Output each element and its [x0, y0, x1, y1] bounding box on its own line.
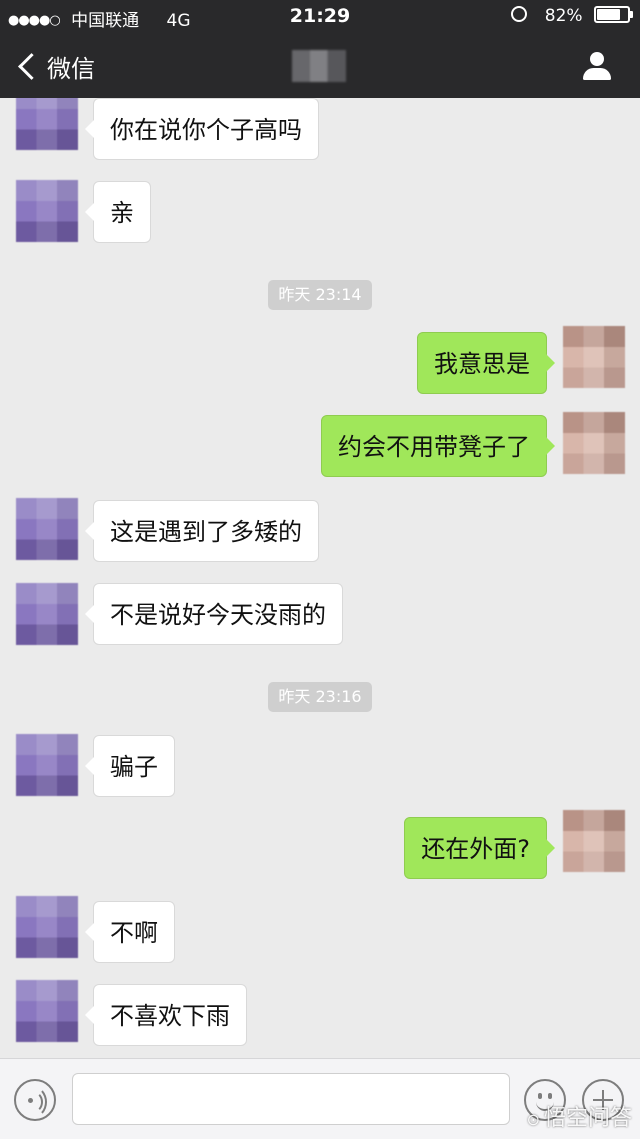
timestamp-label: 昨天 23:14	[268, 280, 372, 310]
contact-avatar[interactable]	[16, 583, 78, 645]
back-button[interactable]: 微信	[16, 48, 95, 84]
watermark-text: 悟空问答	[543, 1106, 632, 1131]
message-bubble-outgoing[interactable]: 我意思是	[417, 332, 555, 394]
contact-avatar[interactable]	[16, 98, 78, 150]
voice-icon-arc-outer	[19, 1086, 47, 1118]
contact-avatar[interactable]	[16, 896, 78, 958]
voice-input-button[interactable]	[14, 1079, 56, 1121]
contact-avatar[interactable]	[16, 498, 78, 560]
battery-percent: 82%	[544, 6, 583, 26]
watermark-logo-icon: ⊙	[526, 1110, 540, 1129]
timestamp: 昨天 23:16	[0, 682, 640, 712]
message-bubble-incoming[interactable]: 亲	[85, 181, 151, 243]
my-avatar[interactable]	[563, 412, 625, 474]
contact-avatar[interactable]	[16, 180, 78, 242]
chevron-left-icon	[18, 52, 45, 80]
timestamp: 昨天 23:14	[0, 280, 640, 310]
chat-header: 微信	[0, 34, 640, 98]
back-label: 微信	[47, 54, 95, 83]
battery-fill	[597, 9, 620, 20]
user-icon-body	[583, 68, 611, 80]
status-right: 82%	[511, 6, 633, 26]
message-input[interactable]	[72, 1073, 510, 1125]
message-bubble-outgoing[interactable]: 还在外面?	[404, 817, 555, 879]
my-avatar[interactable]	[563, 326, 625, 388]
timestamp-label: 昨天 23:16	[268, 682, 372, 712]
chat-info-button[interactable]	[582, 52, 612, 82]
alarm-icon	[511, 6, 528, 22]
message-bubble-incoming[interactable]: 骗子	[85, 735, 175, 797]
contact-avatar[interactable]	[16, 980, 78, 1042]
message-bubble-incoming[interactable]: 不啊	[85, 901, 175, 963]
chat-title-obscured	[292, 50, 346, 82]
watermark: ⊙ 悟空问答	[527, 1100, 632, 1132]
my-avatar[interactable]	[563, 810, 625, 872]
message-bubble-incoming[interactable]: 不是说好今天没雨的	[85, 583, 343, 645]
message-bubble-incoming[interactable]: 你在说你个子高吗	[85, 98, 319, 160]
battery-icon	[594, 6, 633, 23]
user-icon	[590, 52, 604, 66]
message-bubble-incoming[interactable]: 不喜欢下雨	[85, 984, 247, 1046]
status-bar: ●●●●○ 中国联通 4G 21:29 82%	[0, 0, 640, 34]
message-bubble-incoming[interactable]: 这是遇到了多矮的	[85, 500, 319, 562]
contact-avatar[interactable]	[16, 734, 78, 796]
message-list[interactable]: 你在说你个子高吗 亲 昨天 23:14 我意思是 约会不用带凳子了 这是遇到了多…	[0, 98, 640, 1058]
message-bubble-outgoing[interactable]: 约会不用带凳子了	[321, 415, 555, 477]
